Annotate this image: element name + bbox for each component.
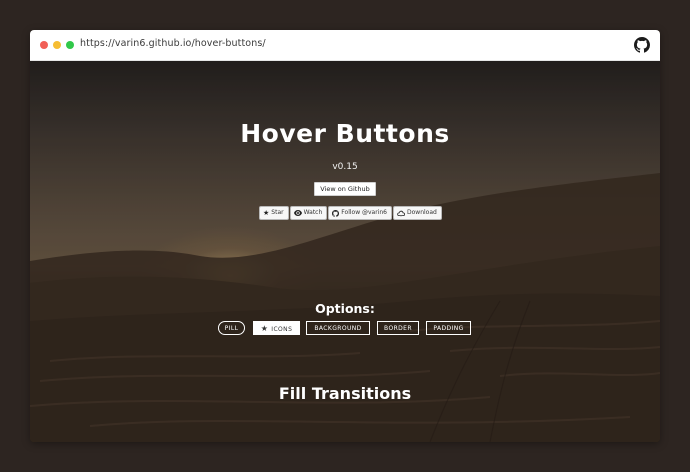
option-padding-button[interactable]: PADDING: [426, 321, 471, 335]
section-title: Fill Transitions: [278, 384, 412, 403]
download-label: Download: [407, 209, 437, 216]
follow-button[interactable]: Follow @varin6: [328, 206, 392, 220]
address-bar-url[interactable]: https://varin6.github.io/hover-buttons/: [80, 38, 266, 49]
star-label: Star: [271, 209, 284, 216]
page-title: Hover Buttons: [240, 119, 450, 148]
watch-button[interactable]: Watch: [289, 206, 328, 220]
maximize-window-dot[interactable]: [66, 41, 74, 49]
github-icon[interactable]: [634, 37, 650, 53]
close-window-dot[interactable]: [40, 41, 48, 49]
download-button[interactable]: Download: [393, 206, 442, 220]
option-pill-button[interactable]: PILL: [218, 321, 245, 335]
follow-label: Follow @varin6: [341, 209, 387, 216]
minimize-window-dot[interactable]: [53, 41, 61, 49]
option-icons-label: ICONS: [271, 326, 293, 333]
github-social-buttons: ★ Star Watch Follow @varin6 Download: [259, 206, 443, 220]
options-heading: Options:: [315, 301, 375, 316]
option-background-button[interactable]: BACKGROUND: [306, 321, 370, 335]
cloud-download-icon: [397, 210, 405, 216]
star-icon: ★: [263, 209, 270, 217]
view-on-github-button[interactable]: View on Github: [314, 182, 376, 196]
github-icon: [332, 209, 340, 217]
browser-toolbar: https://varin6.github.io/hover-buttons/: [30, 30, 660, 61]
star-icon: ★: [260, 324, 269, 333]
hero-section: Hover Buttons v0.15 View on Github ★ Sta…: [30, 61, 660, 442]
star-button[interactable]: ★ Star: [259, 206, 289, 220]
option-border-button[interactable]: BORDER: [377, 321, 419, 335]
browser-window: https://varin6.github.io/hover-buttons/: [30, 30, 660, 442]
watch-label: Watch: [303, 209, 323, 216]
version-label: v0.15: [332, 162, 358, 172]
eye-icon: [293, 210, 302, 216]
option-icons-button[interactable]: ★ ICONS: [253, 321, 300, 335]
